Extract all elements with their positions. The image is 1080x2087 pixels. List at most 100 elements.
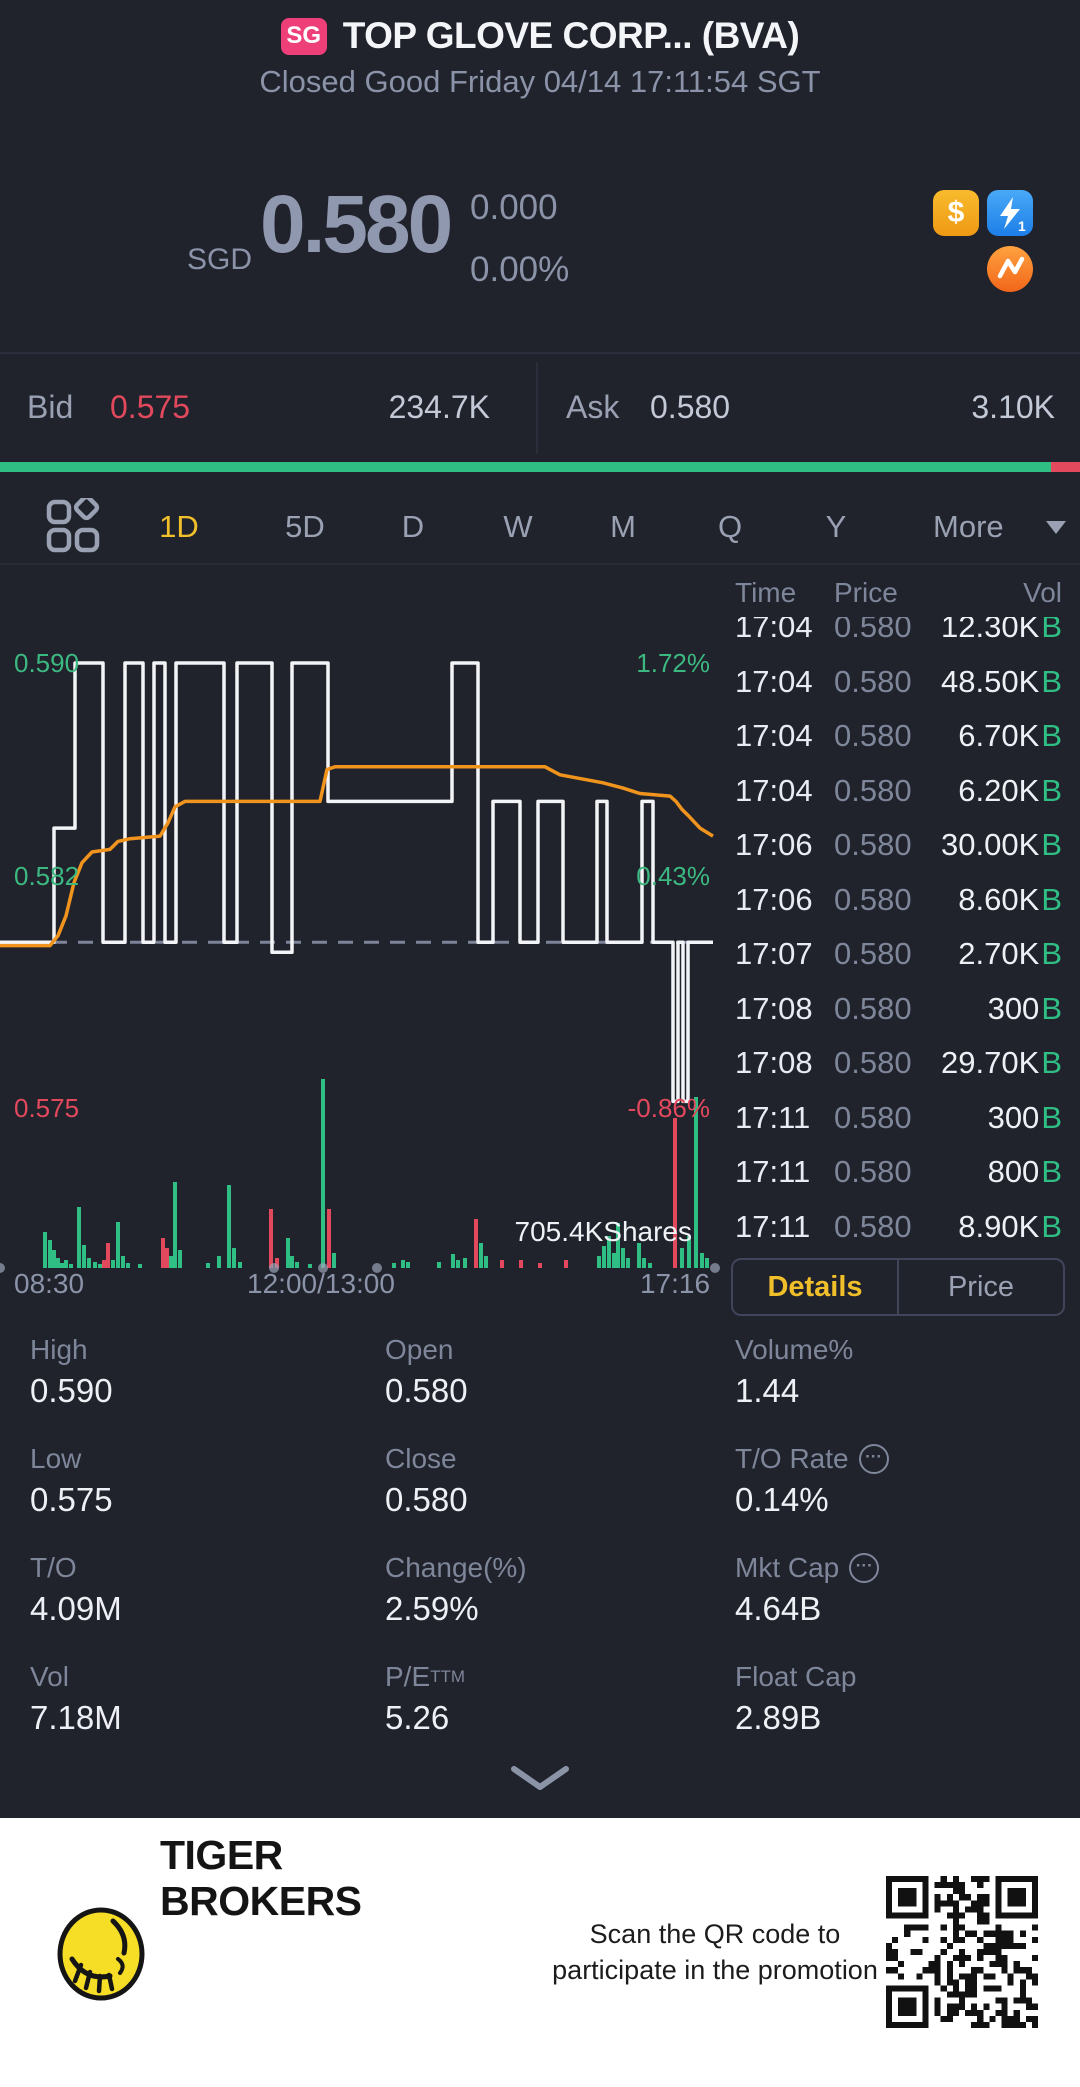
volume-bar xyxy=(327,1209,331,1268)
volume-bar xyxy=(165,1248,169,1268)
volume-bar xyxy=(126,1263,130,1268)
details-button[interactable]: Details xyxy=(733,1260,897,1314)
chart-type-icon[interactable] xyxy=(45,498,101,554)
y-axis-price-label: 0.582 xyxy=(14,861,79,891)
y-axis-percent-label: -0.86% xyxy=(628,1093,710,1123)
tape-row: 17:04 0.580 48.50K B xyxy=(722,664,1080,700)
trade-vol: 800 B xyxy=(987,1154,1062,1189)
stat-close: Close 0.580 xyxy=(385,1441,735,1550)
promo-badge-icon[interactable] xyxy=(987,246,1033,292)
market-status: Closed Good Friday 04/14 17:11:54 SGT xyxy=(259,64,821,99)
trade-vol: 8.60K B xyxy=(958,881,1062,917)
tab-m[interactable]: M xyxy=(610,509,636,545)
trade-price: 0.580 xyxy=(834,718,912,753)
last-price: 0.580 xyxy=(260,179,453,270)
shares-tooltip: 705.4KShares xyxy=(514,1216,692,1247)
stat-vol: Vol 7.18M xyxy=(30,1659,385,1768)
tape-row: 17:11 0.580 800 B xyxy=(722,1154,1080,1190)
tape-toggle: Details Price xyxy=(731,1258,1065,1316)
stat-value: 0.580 xyxy=(385,1372,468,1409)
bidask-divider-vertical xyxy=(536,362,538,454)
volume-bar xyxy=(217,1256,221,1268)
volume-bar xyxy=(456,1260,460,1268)
trade-time: 17:08 xyxy=(735,990,813,1026)
tab-d[interactable]: D xyxy=(402,509,424,545)
volume-bar xyxy=(269,1209,273,1268)
x-axis-tick: 08:30 xyxy=(14,1268,84,1299)
trade-price: 0.580 xyxy=(834,772,912,808)
volume-bar xyxy=(451,1254,455,1268)
intraday-chart[interactable]: 0.590 1.72% 0.582 0.43% 0.575 -0.86% 08:30 12:0… xyxy=(0,565,720,1305)
tape-row: 17:11 0.580 8.90K B xyxy=(722,1209,1080,1245)
volume-bar xyxy=(98,1264,102,1268)
tab-w[interactable]: W xyxy=(503,509,532,545)
stat-label: Float Cap xyxy=(735,1661,857,1692)
trade-time: 17:06 xyxy=(735,827,813,862)
tab-y[interactable]: Y xyxy=(826,509,847,545)
trade-price: 0.580 xyxy=(834,827,912,862)
stat-p-e: P/E TTM 5.26 xyxy=(385,1659,735,1768)
stat-label: High xyxy=(30,1334,88,1365)
flash-order-icon[interactable]: 1 xyxy=(987,190,1033,236)
tab-q[interactable]: Q xyxy=(718,509,742,545)
tape-row: 17:06 0.580 30.00K B xyxy=(722,827,1080,863)
volume-bar xyxy=(52,1250,56,1268)
stats-grid: High 0.590 Open 0.580 Volume% 1.44 Low 0.575 Clo… xyxy=(30,1332,1050,1768)
volume-bar xyxy=(612,1253,616,1268)
stock-detail-screen: SG TOP GLOVE CORP... (BVA) Closed Good F… xyxy=(0,0,1080,2087)
volume-bar xyxy=(602,1246,606,1268)
trade-side: B xyxy=(1041,1154,1062,1189)
tape-row: 17:11 0.580 300 B xyxy=(722,1100,1080,1136)
info-icon[interactable] xyxy=(849,1553,880,1583)
tab-5d[interactable]: 5D xyxy=(285,509,325,545)
volume-bar xyxy=(173,1182,177,1268)
volume-bar xyxy=(642,1258,646,1268)
info-icon[interactable] xyxy=(858,1444,889,1474)
trade-side: B xyxy=(1041,936,1062,971)
x-axis-tick: 12:00/13:00 xyxy=(247,1268,395,1299)
stat-label: Open xyxy=(385,1334,454,1365)
stat-value: 5.26 xyxy=(385,1699,450,1736)
trade-time: 17:11 xyxy=(735,1154,811,1189)
depth-green-segment xyxy=(0,462,1051,472)
trade-price: 0.580 xyxy=(834,881,912,917)
stat-t-o: T/O 4.09M xyxy=(30,1550,385,1659)
tab-more[interactable]: More xyxy=(933,509,1004,545)
page-title: TOP GLOVE CORP... (BVA) xyxy=(342,15,800,56)
stat-label: Close xyxy=(385,1443,457,1474)
volume-bar xyxy=(111,1260,115,1268)
tab-1d[interactable]: 1D xyxy=(159,509,199,545)
trade-vol: 2.70K B xyxy=(958,936,1062,971)
volume-bar xyxy=(321,1079,325,1268)
volume-bar xyxy=(401,1260,405,1268)
stat-volume-: Volume% 1.44 xyxy=(735,1332,1050,1441)
trade-side: B xyxy=(1041,1208,1062,1244)
trade-side: B xyxy=(1041,718,1062,753)
trade-vol: 300 B xyxy=(987,1099,1062,1135)
dollar-badge-icon[interactable]: $ xyxy=(933,190,979,236)
stat-value: 0.575 xyxy=(30,1481,113,1518)
header: SG TOP GLOVE CORP... (BVA) xyxy=(0,14,1080,58)
chevron-down-icon[interactable] xyxy=(1046,521,1066,534)
volume-bar xyxy=(56,1258,60,1268)
volume-bar xyxy=(286,1238,290,1268)
col-vol: Vol xyxy=(1023,577,1062,608)
volume-bar xyxy=(564,1260,568,1268)
trade-price: 0.580 xyxy=(834,936,912,971)
stat-label: Volume% xyxy=(735,1334,854,1365)
volume-bar xyxy=(161,1238,165,1268)
trade-price: 0.580 xyxy=(834,1154,912,1189)
stat-value: 2.89B xyxy=(735,1699,822,1736)
trade-price: 0.580 xyxy=(834,990,912,1026)
volume-bar xyxy=(538,1263,542,1268)
trade-vol: 48.50K B xyxy=(941,663,1062,699)
price-button[interactable]: Price xyxy=(899,1260,1063,1314)
trade-vol: 6.70K B xyxy=(958,718,1062,753)
trade-side: B xyxy=(1041,1099,1062,1135)
trade-vol: 30.00K B xyxy=(941,827,1062,862)
expand-chevron-icon[interactable] xyxy=(506,1763,574,1793)
price-line xyxy=(0,661,713,1104)
stat-label: Low xyxy=(30,1443,82,1474)
volume-bar xyxy=(500,1260,504,1268)
stat-mkt-cap: Mkt Cap 4.64B xyxy=(735,1550,1050,1659)
